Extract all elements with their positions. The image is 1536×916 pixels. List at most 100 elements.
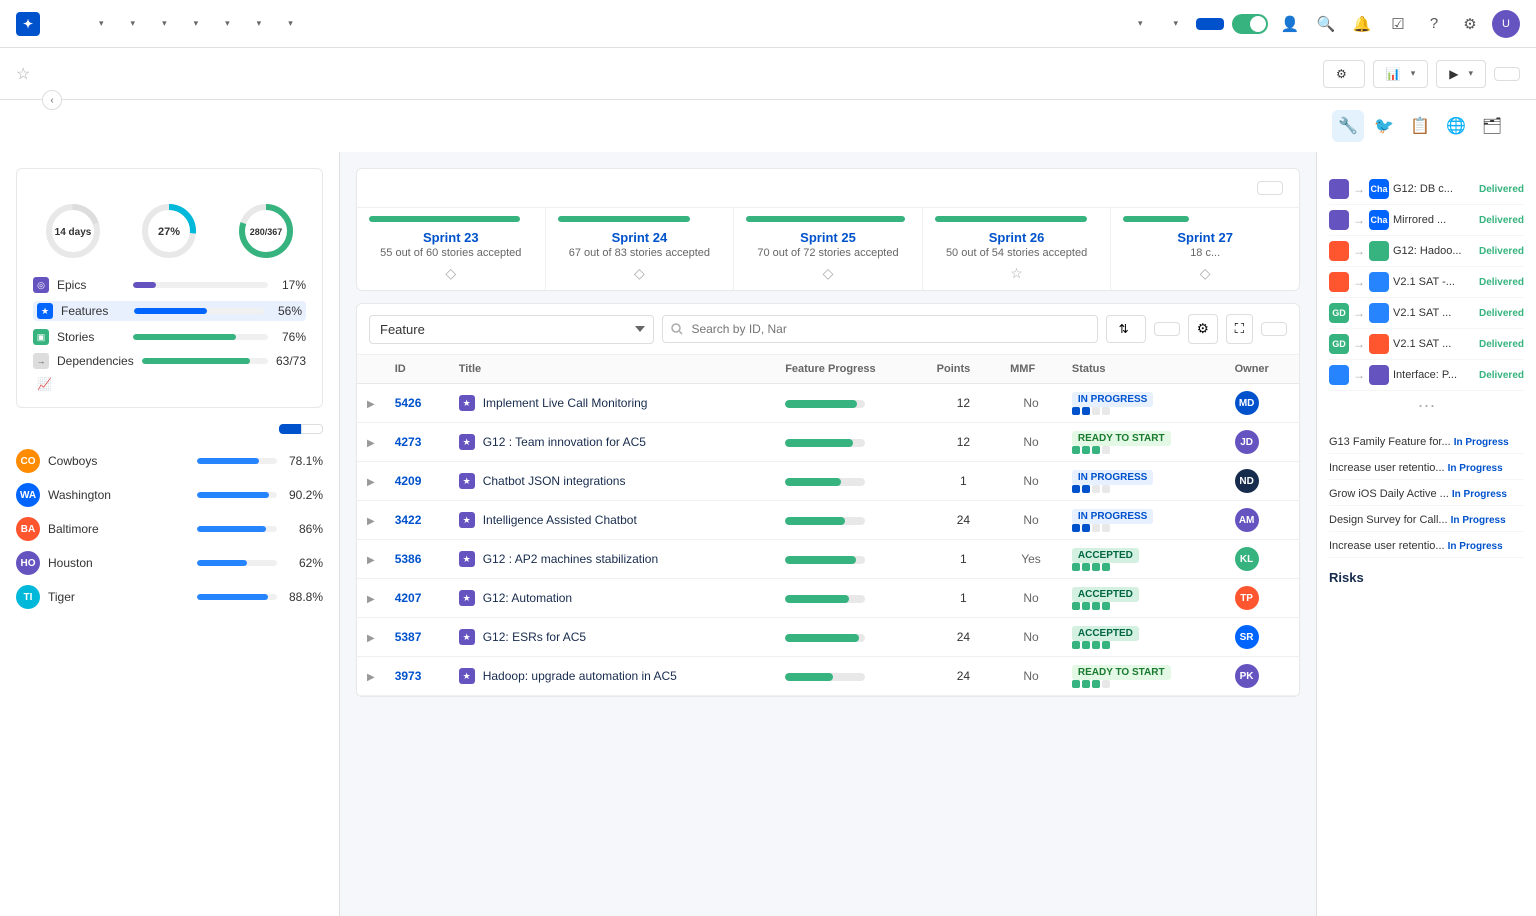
nav-product[interactable]: ▾ <box>244 14 272 33</box>
row-expand-icon[interactable]: ▶ <box>367 594 375 605</box>
team-tabs <box>279 424 323 434</box>
nav-program[interactable]: ▾ <box>181 14 209 33</box>
dep-status: Delivered <box>1479 277 1524 288</box>
feature-filter-select[interactable]: Feature <box>369 315 654 344</box>
feature-mmf: No <box>1000 618 1062 657</box>
dep-status: Delivered <box>1479 215 1524 226</box>
view-icon-4[interactable]: 🌐 <box>1440 110 1472 142</box>
feature-id[interactable]: 4209 <box>395 474 422 488</box>
status-dots <box>1072 680 1215 688</box>
checkbox-icon[interactable]: ☑ <box>1384 10 1412 38</box>
run-meeting-button[interactable]: ▶ ▾ <box>1436 60 1486 88</box>
row-expand-icon[interactable]: ▶ <box>367 555 375 566</box>
row-expand-icon[interactable]: ▶ <box>367 399 375 410</box>
favorite-star-icon[interactable]: ☆ <box>16 64 30 84</box>
feature-title: Hadoop: upgrade automation in AC5 <box>483 669 677 683</box>
col-title[interactable]: Title <box>449 355 775 384</box>
dep-text: V2.1 SAT ... <box>1393 307 1475 319</box>
view-report-link[interactable]: 📈 <box>33 377 306 391</box>
create-button[interactable] <box>1196 18 1224 30</box>
nav-items[interactable]: ▾ <box>1160 14 1188 33</box>
burnup-button[interactable] <box>1261 322 1287 336</box>
feature-points: 24 <box>927 501 1001 540</box>
objective-text: Grow iOS Daily Active ... <box>1329 488 1452 500</box>
row-expand-icon[interactable]: ▶ <box>367 633 375 644</box>
sprints-grid: Sprint 23 55 out of 60 stories accepted … <box>357 208 1299 290</box>
search-icon[interactable]: 🔍 <box>1312 10 1340 38</box>
nav-custom-rooms[interactable]: ▾ <box>275 14 303 33</box>
epics-row: ◎ Epics 17% <box>33 277 306 293</box>
nav-strategy[interactable]: ▾ <box>86 14 114 33</box>
nav-starred[interactable]: ▾ <box>1125 14 1153 33</box>
key-metrics-button[interactable]: 📊 ▾ <box>1373 60 1428 88</box>
show-more-deps[interactable]: ··· <box>1329 395 1524 416</box>
row-expand-icon[interactable]: ▶ <box>367 438 375 449</box>
col-owner[interactable]: Owner <box>1225 355 1299 384</box>
feature-id[interactable]: 3973 <box>395 669 422 683</box>
quick-filters-button[interactable] <box>1154 322 1180 336</box>
view-icon-1[interactable]: 🔧 <box>1332 110 1364 142</box>
help-icon[interactable]: ? <box>1420 10 1448 38</box>
owner-avatar: PK <box>1235 664 1259 688</box>
nav-home[interactable] <box>62 20 82 28</box>
team-list: CO Cowboys 78.1% WA Washington 90.2% BA … <box>16 444 323 614</box>
objective-status: In Progress <box>1451 515 1506 526</box>
bell-icon[interactable]: 🔔 <box>1348 10 1376 38</box>
collapse-sidebar-button[interactable]: ‹ <box>42 90 62 110</box>
feature-progress-fill <box>785 556 855 564</box>
feature-id[interactable]: 3422 <box>395 513 422 527</box>
col-points[interactable]: Points <box>927 355 1001 384</box>
prioritize-button[interactable]: ⇅ <box>1106 315 1146 343</box>
view-config-button[interactable]: ⚙ <box>1323 60 1365 88</box>
profile-icon[interactable]: 👤 <box>1276 10 1304 38</box>
owner-avatar: TP <box>1235 586 1259 610</box>
feature-mmf: No <box>1000 579 1062 618</box>
row-expand-icon[interactable]: ▶ <box>367 516 375 527</box>
nav-team[interactable]: ▾ <box>212 14 240 33</box>
feature-progress-bar <box>785 517 865 525</box>
logo[interactable]: ✦ <box>16 12 46 36</box>
status-badge: READY TO START <box>1072 431 1171 446</box>
tab-count[interactable] <box>301 424 323 434</box>
nav-toggle[interactable] <box>1232 14 1268 34</box>
objective-item: Increase user retentio... In Progress <box>1329 454 1524 480</box>
col-mmf[interactable]: MMF <box>1000 355 1062 384</box>
close-planning-button[interactable] <box>1494 67 1520 81</box>
settings-button[interactable]: ⚙ <box>1188 314 1218 344</box>
feature-id[interactable]: 5386 <box>395 552 422 566</box>
view-icon-5[interactable]: 🗂 <box>1476 110 1508 142</box>
sprint-progress-bar <box>746 216 905 222</box>
key-metrics-chevron-icon: ▾ <box>1411 68 1416 79</box>
feature-id[interactable]: 5387 <box>395 630 422 644</box>
nav-solution[interactable]: ▾ <box>149 14 177 33</box>
settings-icon[interactable]: ⚙ <box>1456 10 1484 38</box>
sprint-column: Sprint 27 18 c... ◇ <box>1111 208 1299 290</box>
view-board-button[interactable] <box>1257 181 1283 195</box>
view-icon-2[interactable]: 🐦 <box>1368 110 1400 142</box>
team-list-item: BA Baltimore 86% <box>16 512 323 546</box>
dep-from-icon <box>1329 365 1349 385</box>
tab-points[interactable] <box>279 424 301 434</box>
search-input[interactable] <box>662 315 1097 343</box>
status-dots <box>1072 485 1215 493</box>
feature-id[interactable]: 4273 <box>395 435 422 449</box>
col-progress[interactable]: Feature Progress <box>775 355 926 384</box>
nav-portfolio[interactable]: ▾ <box>118 14 146 33</box>
row-expand-icon[interactable]: ▶ <box>367 672 375 683</box>
feature-id[interactable]: 5426 <box>395 396 422 410</box>
team-list-item: HO Houston 62% <box>16 546 323 580</box>
sprint-stories: 70 out of 72 stories accepted <box>746 247 910 259</box>
feature-id[interactable]: 4207 <box>395 591 422 605</box>
col-id[interactable]: ID <box>385 355 449 384</box>
features-bar <box>134 308 264 314</box>
user-avatar[interactable]: U <box>1492 10 1520 38</box>
row-expand-icon[interactable]: ▶ <box>367 477 375 488</box>
status-dot <box>1092 524 1100 532</box>
col-status[interactable]: Status <box>1062 355 1225 384</box>
view-icon-3[interactable]: 📋 <box>1404 110 1436 142</box>
features-icon: ★ <box>37 303 53 319</box>
meeting-icon: ▶ <box>1449 67 1458 81</box>
feature-progress-bar <box>785 673 865 681</box>
expand-button[interactable]: ⛶ <box>1226 314 1253 344</box>
table-row: ▶ 5426 ★ Implement Live Call Monitoring … <box>357 384 1299 423</box>
